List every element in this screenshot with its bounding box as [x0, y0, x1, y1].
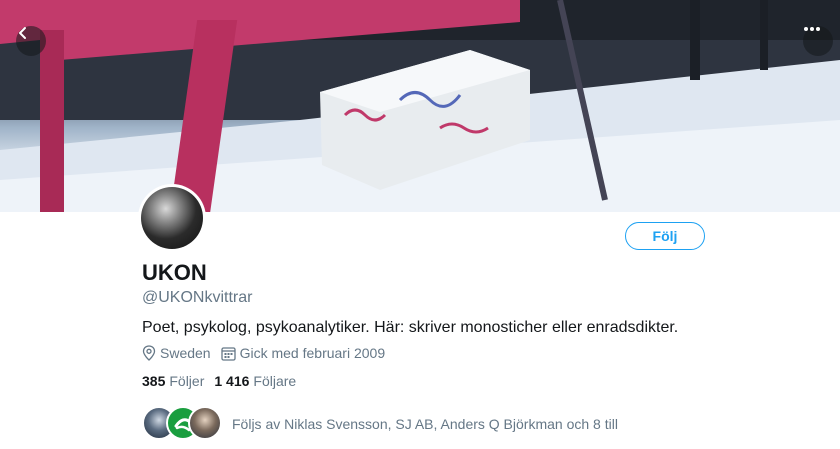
followed-by-preview[interactable]: Följs av Niklas Svensson, SJ AB, Anders …: [142, 406, 618, 442]
followers-count[interactable]: 1 416: [214, 373, 249, 389]
avatar-image: [141, 187, 203, 249]
follower-avatar: [188, 406, 222, 440]
back-button[interactable]: [16, 26, 46, 56]
followed-by-text: Följs av Niklas Svensson, SJ AB, Anders …: [232, 416, 618, 432]
more-horizontal-icon: [804, 27, 820, 31]
calendar-icon: [220, 346, 236, 361]
chevron-left-icon: [19, 27, 26, 39]
following-count[interactable]: 385: [142, 373, 165, 389]
location-text: Sweden: [160, 345, 211, 361]
join-date: Gick med februari 2009: [220, 345, 386, 361]
profile-avatar[interactable]: [138, 184, 206, 252]
profile-name: UKON: [142, 260, 207, 285]
join-date-text: Gick med februari 2009: [239, 345, 386, 361]
follow-button[interactable]: Följ: [625, 222, 705, 250]
more-options-button[interactable]: [803, 26, 833, 56]
profile-handle: @UKONkvittrar: [142, 289, 253, 306]
following-label[interactable]: Följer: [169, 373, 204, 389]
follower-avatars: [142, 406, 222, 442]
follow-counts: 385 Följer 1 416 Följare: [142, 373, 306, 389]
location: Sweden: [142, 345, 211, 361]
profile-meta: Sweden Gick med februari 2009: [142, 345, 395, 361]
profile-bio: Poet, psykolog, psykoanalytiker. Här: sk…: [142, 319, 679, 336]
followers-label[interactable]: Följare: [253, 373, 296, 389]
banner-image: [0, 0, 840, 212]
profile-banner[interactable]: [0, 0, 840, 212]
location-pin-icon: [142, 345, 156, 361]
